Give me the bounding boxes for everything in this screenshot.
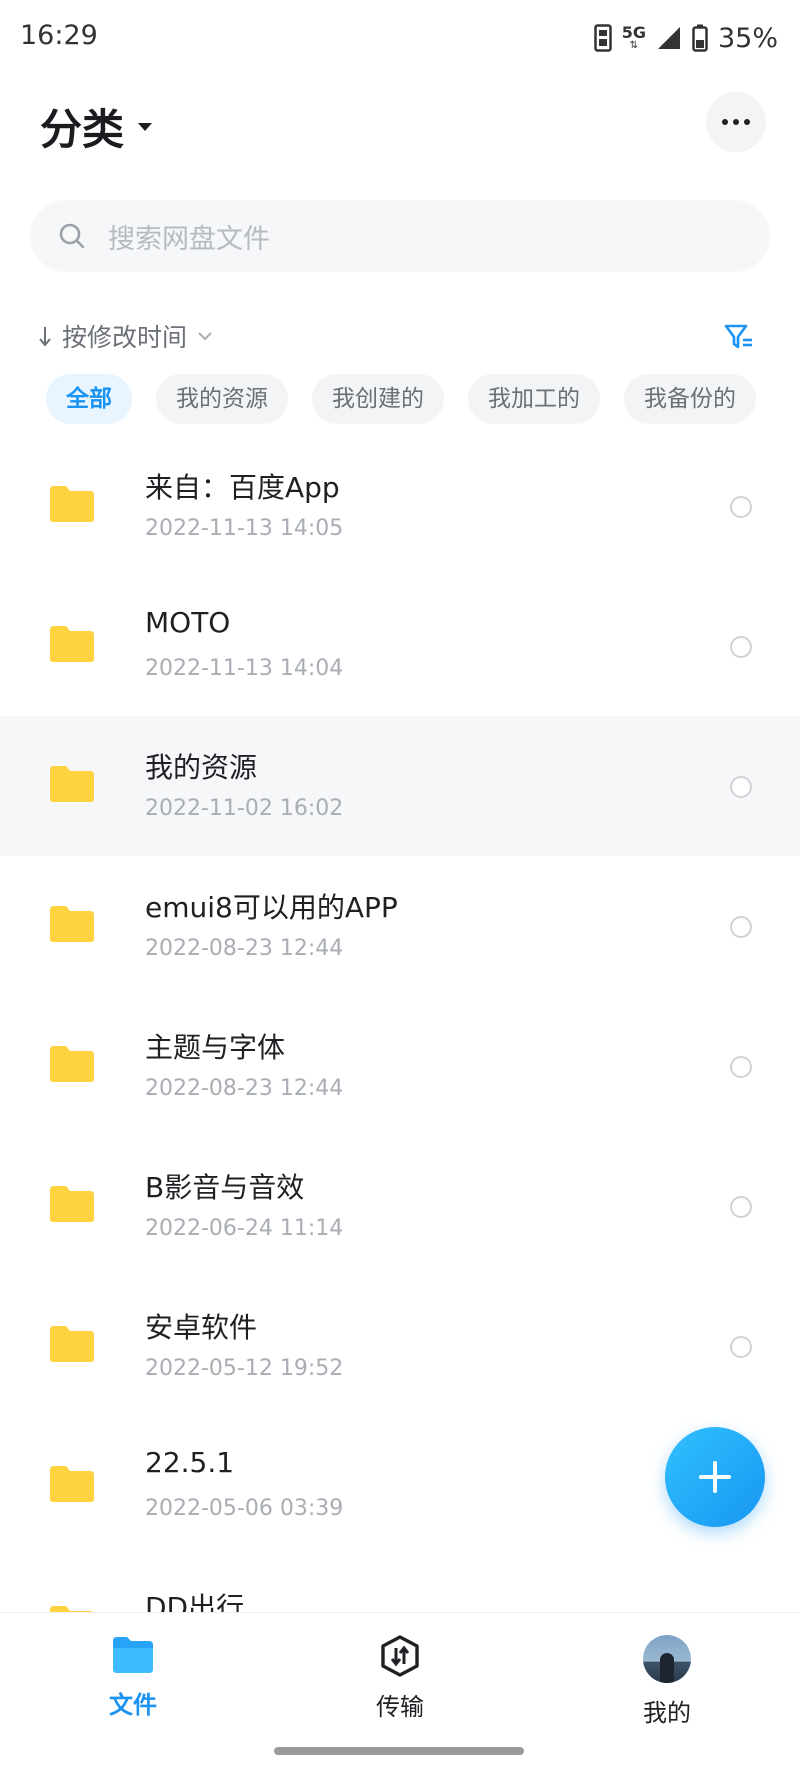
more-button[interactable] xyxy=(706,92,766,152)
file-name: 来自：百度App xyxy=(145,471,340,504)
search-icon xyxy=(59,223,85,249)
status-bar: 16:29 5G ⇅ 35% xyxy=(0,0,800,76)
network-type: 5G ⇅ xyxy=(622,25,646,51)
select-radio[interactable] xyxy=(730,1056,752,1078)
select-radio[interactable] xyxy=(730,1336,752,1358)
file-date: 2022-05-06 03:39 xyxy=(145,1496,344,1521)
chevron-down-icon xyxy=(198,332,212,341)
filter-button[interactable] xyxy=(722,320,756,354)
select-radio[interactable] xyxy=(730,776,752,798)
folder-icon xyxy=(50,1186,94,1222)
folder-icon xyxy=(50,626,94,662)
category-selector[interactable]: 分类 xyxy=(40,96,154,157)
file-row[interactable]: emui8可以用的APP 2022-08-23 12:44 xyxy=(0,856,800,996)
chip-all[interactable]: 全部 xyxy=(46,374,132,424)
nav-transfer[interactable]: 传输 xyxy=(330,1635,470,1722)
search-placeholder: 搜索网盘文件 xyxy=(108,223,270,255)
battery-icon xyxy=(692,24,708,52)
network-label: 5G xyxy=(621,23,646,42)
folder-icon xyxy=(50,766,94,802)
sim-card-icon xyxy=(593,24,612,52)
select-radio[interactable] xyxy=(730,916,752,938)
file-list: 来自：百度App 2022-11-13 14:05 MOTO 2022-11-1… xyxy=(0,436,800,1612)
battery-percent: 35% xyxy=(717,22,778,54)
nav-transfer-label: 传输 xyxy=(376,1693,424,1721)
home-indicator[interactable] xyxy=(274,1747,524,1755)
search-bar[interactable]: 搜索网盘文件 xyxy=(30,200,770,272)
file-row[interactable]: DD出行 xyxy=(0,1556,800,1612)
file-name: 主题与字体 xyxy=(145,1031,286,1064)
file-row[interactable]: B影音与音效 2022-06-24 11:14 xyxy=(0,1136,800,1276)
file-date: 2022-11-13 14:04 xyxy=(145,656,344,681)
app-screen: 16:29 5G ⇅ 35% 分类 搜索网盘文件 按修改时间 全部 我的资源 我… xyxy=(0,0,800,1777)
nav-mine[interactable]: 我的 xyxy=(597,1635,737,1728)
status-time: 16:29 xyxy=(20,20,98,51)
avatar xyxy=(643,1635,691,1683)
file-row[interactable]: 主题与字体 2022-08-23 12:44 xyxy=(0,996,800,1136)
folder-icon xyxy=(50,1466,94,1502)
plus-icon xyxy=(699,1461,731,1493)
file-date: 2022-05-12 19:52 xyxy=(145,1356,344,1381)
nav-files[interactable]: 文件 xyxy=(63,1635,203,1720)
chip-my-resources[interactable]: 我的资源 xyxy=(156,374,288,424)
select-radio[interactable] xyxy=(730,1196,752,1218)
nav-mine-label: 我的 xyxy=(643,1699,691,1727)
select-radio[interactable] xyxy=(730,636,752,658)
chip-created[interactable]: 我创建的 xyxy=(312,374,444,424)
file-row[interactable]: 我的资源 2022-11-02 16:02 xyxy=(0,716,800,856)
file-name: emui8可以用的APP xyxy=(145,891,398,924)
transfer-icon xyxy=(381,1635,419,1677)
file-date: 2022-06-24 11:14 xyxy=(145,1216,344,1241)
select-radio[interactable] xyxy=(730,496,752,518)
more-dot xyxy=(722,119,728,125)
folder-tab-icon xyxy=(113,1637,153,1673)
add-button[interactable] xyxy=(665,1427,765,1527)
folder-icon xyxy=(50,1326,94,1362)
sort-label: 按修改时间 xyxy=(62,323,188,352)
file-date: 2022-08-23 12:44 xyxy=(145,1076,344,1101)
chip-processed[interactable]: 我加工的 xyxy=(468,374,600,424)
chip-backup[interactable]: 我备份的 xyxy=(624,374,756,424)
file-name: DD出行 xyxy=(145,1591,245,1612)
header: 分类 xyxy=(0,80,800,180)
data-arrows-icon: ⇅ xyxy=(629,40,639,51)
more-dot xyxy=(744,119,750,125)
file-row[interactable]: MOTO 2022-11-13 14:04 xyxy=(0,576,800,716)
caret-down-icon xyxy=(138,122,153,131)
filter-chips: 全部 我的资源 我创建的 我加工的 我备份的 xyxy=(46,374,766,424)
sort-selector[interactable]: 按修改时间 xyxy=(38,316,213,356)
file-date: 2022-08-23 12:44 xyxy=(145,936,344,961)
arrow-down-icon xyxy=(39,327,51,347)
file-name: B影音与音效 xyxy=(145,1171,305,1204)
more-dot xyxy=(733,119,739,125)
nav-files-label: 文件 xyxy=(109,1691,157,1719)
file-date: 2022-11-13 14:05 xyxy=(145,516,344,541)
folder-icon xyxy=(50,486,94,522)
status-icons: 5G ⇅ 35% xyxy=(593,20,778,56)
filter-icon xyxy=(724,324,752,349)
file-name: 22.5.1 xyxy=(145,1446,235,1479)
file-row[interactable]: 来自：百度App 2022-11-13 14:05 xyxy=(0,436,800,576)
signal-icon xyxy=(657,27,680,49)
file-name: 我的资源 xyxy=(145,751,258,784)
file-name: 安卓软件 xyxy=(145,1311,258,1344)
file-row[interactable]: 安卓软件 2022-05-12 19:52 xyxy=(0,1276,800,1416)
folder-icon xyxy=(50,906,94,942)
file-date: 2022-11-02 16:02 xyxy=(145,796,344,821)
file-name: MOTO xyxy=(145,606,231,639)
folder-icon xyxy=(50,1606,93,1612)
folder-icon xyxy=(50,1046,94,1082)
page-title: 分类 xyxy=(40,105,125,154)
